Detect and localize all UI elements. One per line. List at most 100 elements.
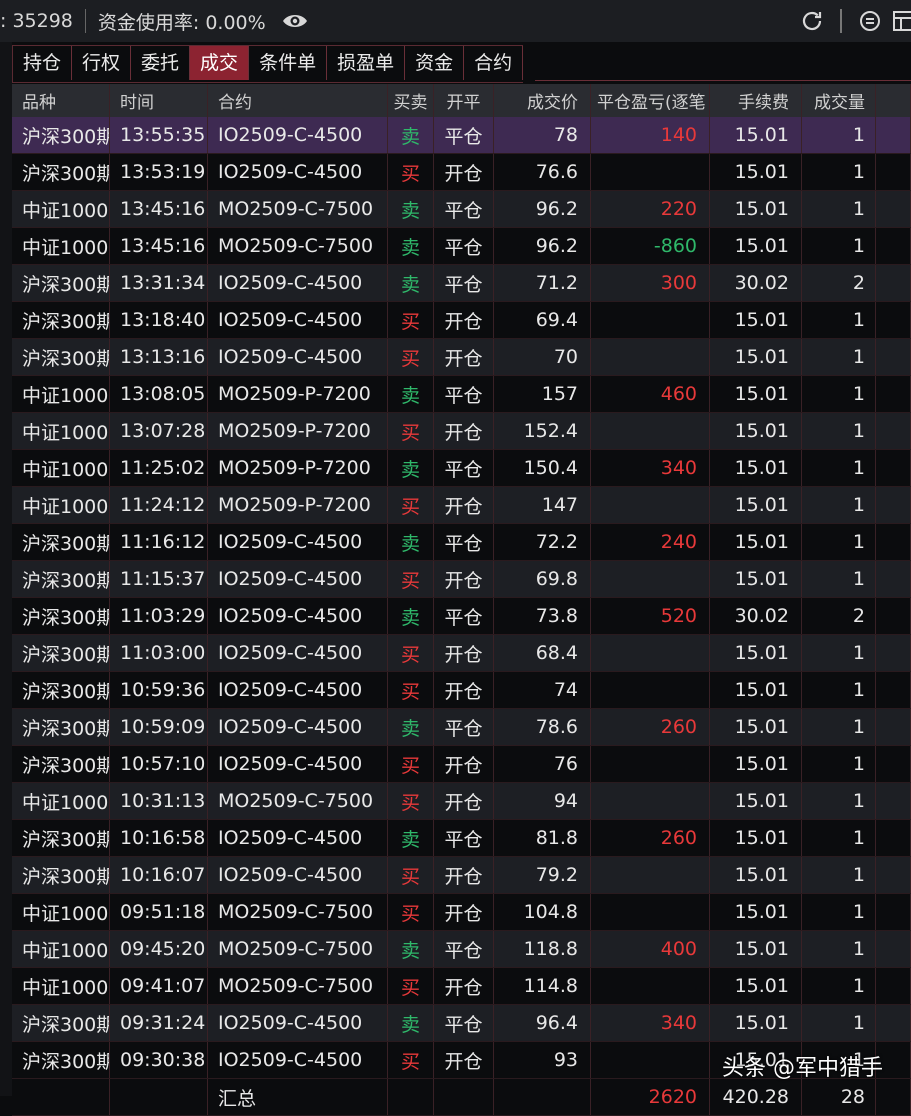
cell-side: 卖: [388, 820, 434, 856]
table-row[interactable]: 中证1000期09:41:07MO2509-C-7500买开仓114.8 15.0…: [12, 968, 911, 1005]
cell-empty: [494, 1079, 591, 1115]
cell-fee: 15.01: [710, 931, 802, 967]
table-row[interactable]: 中证1000期11:25:02MO2509-P-7200卖平仓150.43401…: [12, 450, 911, 487]
tab-3[interactable]: 委托: [131, 46, 191, 80]
table-row[interactable]: 沪深300期 10:16:07 IO2509-C-4500 买开仓 79.2 15.01 1: [12, 857, 911, 894]
column-header[interactable]: 时间: [110, 84, 208, 117]
cell-spacer: [876, 931, 911, 967]
cell-price: 150.4: [494, 450, 591, 486]
cell-fee: 15.01: [710, 117, 802, 153]
trade-table: 品种 时间 合约 买卖 开平 成交价 平仓盈亏(逐笔 手续费 成交量 沪深300期 13:55:3…: [12, 84, 911, 1116]
cell-pnl: [591, 894, 710, 930]
cell-qty: 1: [802, 931, 876, 967]
table-row[interactable]: 中证1000期13:45:16MO2509-C-7500卖平仓96.2-8601…: [12, 228, 911, 265]
cell-price: 147: [494, 487, 591, 523]
table-row[interactable]: 沪深300期 10:59:36 IO2509-C-4500 买开仓 74 15.01 1: [12, 672, 911, 709]
table-row[interactable]: 中证1000期13:45:16MO2509-C-7500卖平仓96.222015…: [12, 191, 911, 228]
column-header[interactable]: 合约: [208, 84, 388, 117]
tab-1[interactable]: 持仓: [13, 46, 73, 80]
tab-6[interactable]: 损盈单: [327, 46, 406, 80]
cell-pnl: 240: [591, 524, 710, 560]
cell-fee: 15.01: [710, 228, 802, 264]
cell-spacer: [876, 598, 911, 634]
cell-contract: MO2509-P-7200: [208, 376, 388, 412]
cell-fee: 15.01: [710, 746, 802, 782]
table-row[interactable]: 沪深300期 10:57:10 IO2509-C-4500 买开仓 76 15.01 1: [12, 746, 911, 783]
fund-usage-rate: 资金使用率: 0.00%: [97, 11, 266, 34]
tab-5[interactable]: 条件单: [249, 46, 328, 80]
cell-oc: 开仓: [434, 302, 494, 338]
table-row[interactable]: 沪深300期 09:31:24 IO2509-C-4500 卖平仓 96.4 340 15.…: [12, 1005, 911, 1042]
cell-spacer: [876, 635, 911, 671]
table-row[interactable]: 沪深300期 13:55:35 IO2509-C-4500 卖平仓 78 140 15.01…: [12, 117, 911, 154]
column-header[interactable]: 开平: [434, 84, 494, 117]
cell-contract: IO2509-C-4500: [208, 598, 388, 634]
cell-qty: 1: [802, 709, 876, 745]
cell-spacer: [876, 450, 911, 486]
table-row[interactable]: 沪深300期 13:53:19 IO2509-C-4500 买开仓 76.6 15.01 1: [12, 154, 911, 191]
table-row[interactable]: 沪深300期 10:59:09 IO2509-C-4500 卖平仓 78.6 260 15.…: [12, 709, 911, 746]
column-header[interactable]: 成交量: [802, 84, 876, 117]
cell-price: 70: [494, 339, 591, 375]
cell-variety: 沪深300期: [12, 635, 110, 671]
refresh-icon[interactable]: [800, 9, 824, 33]
cell-spacer: [876, 228, 911, 264]
table-row[interactable]: 沪深300期 13:31:34 IO2509-C-4500 卖平仓 71.2 300 30.…: [12, 265, 911, 302]
table-row[interactable]: 沪深300期 13:13:16 IO2509-C-4500 买开仓 70 15.01 1: [12, 339, 911, 376]
cell-price: 71.2: [494, 265, 591, 301]
cell-side: 卖: [388, 598, 434, 634]
tab-8[interactable]: 合约: [464, 46, 524, 80]
column-header[interactable]: 品种: [12, 84, 110, 117]
table-row[interactable]: 沪深300期 13:18:40 IO2509-C-4500 买开仓 69.4 15.01 1: [12, 302, 911, 339]
table-row[interactable]: 沪深300期 11:15:37 IO2509-C-4500 买开仓 69.8 15.01 1: [12, 561, 911, 598]
table-row[interactable]: 中证1000期13:07:28MO2509-P-7200买开仓152.4 15.0…: [12, 413, 911, 450]
cell-price: 104.8: [494, 894, 591, 930]
cell-fee: 15.01: [710, 302, 802, 338]
table-row[interactable]: 中证1000期10:31:13MO2509-C-7500买开仓94 15.011: [12, 783, 911, 820]
cell-side: 卖: [388, 524, 434, 560]
cell-fee: 15.01: [710, 820, 802, 856]
eye-icon[interactable]: [282, 9, 308, 33]
table-row[interactable]: 沪深300期 11:03:29 IO2509-C-4500 卖平仓 73.8 520 30.…: [12, 598, 911, 635]
table-row[interactable]: 沪深300期 10:16:58 IO2509-C-4500 卖平仓 81.8 260 15.…: [12, 820, 911, 857]
tab-7[interactable]: 资金: [405, 46, 465, 80]
account-balance: : 35298: [0, 10, 73, 32]
cell-variety: 中证1000期: [12, 450, 110, 486]
cell-time: 09:45:20: [110, 931, 208, 967]
table-row[interactable]: 中证1000期13:08:05MO2509-P-7200卖平仓15746015.…: [12, 376, 911, 413]
column-header[interactable]: 成交价: [494, 84, 591, 117]
cell-pnl: 460: [591, 376, 710, 412]
tab-2[interactable]: 行权: [72, 46, 132, 80]
cell-side: 买: [388, 154, 434, 190]
column-header[interactable]: 手续费: [710, 84, 802, 117]
tab-4[interactable]: 成交: [190, 46, 250, 80]
cell-price: 96.4: [494, 1005, 591, 1041]
column-header-spacer: [876, 84, 911, 117]
cell-variety: 沪深300期: [12, 598, 110, 634]
table-row[interactable]: 中证1000期09:51:18MO2509-C-7500买开仓104.8 15.0…: [12, 894, 911, 931]
cell-oc: 平仓: [434, 228, 494, 264]
cell-oc: 平仓: [434, 376, 494, 412]
table-row[interactable]: 中证1000期11:24:12MO2509-P-7200买开仓147 15.011: [12, 487, 911, 524]
cell-spacer: [876, 820, 911, 856]
table-row[interactable]: 中证1000期09:45:20MO2509-C-7500卖平仓118.84001…: [12, 931, 911, 968]
cell-qty: 1: [802, 154, 876, 190]
column-header[interactable]: 平仓盈亏(逐笔: [591, 84, 710, 117]
cell-fee: 15.01: [710, 339, 802, 375]
cell-side: 买: [388, 487, 434, 523]
tab-divider: [535, 80, 911, 81]
cell-price: 81.8: [494, 820, 591, 856]
cell-spacer: [876, 783, 911, 819]
column-header[interactable]: 买卖: [388, 84, 434, 117]
cell-pnl: 260: [591, 820, 710, 856]
table-body[interactable]: 沪深300期 13:55:35 IO2509-C-4500 卖平仓 78 140 15.01…: [12, 117, 911, 1116]
table-row[interactable]: 沪深300期 11:03:00 IO2509-C-4500 买开仓 68.4 15.01 1: [12, 635, 911, 672]
grid-icon[interactable]: [893, 9, 911, 33]
table-row[interactable]: 沪深300期 11:16:12 IO2509-C-4500 卖平仓 72.2 240 15.…: [12, 524, 911, 561]
cell-oc: 开仓: [434, 413, 494, 449]
cell-qty: 1: [802, 413, 876, 449]
cell-variety: 沪深300期: [12, 117, 110, 153]
cell-contract: MO2509-P-7200: [208, 487, 388, 523]
circle-equal-icon[interactable]: [858, 9, 882, 33]
cell-price: 93: [494, 1042, 591, 1078]
